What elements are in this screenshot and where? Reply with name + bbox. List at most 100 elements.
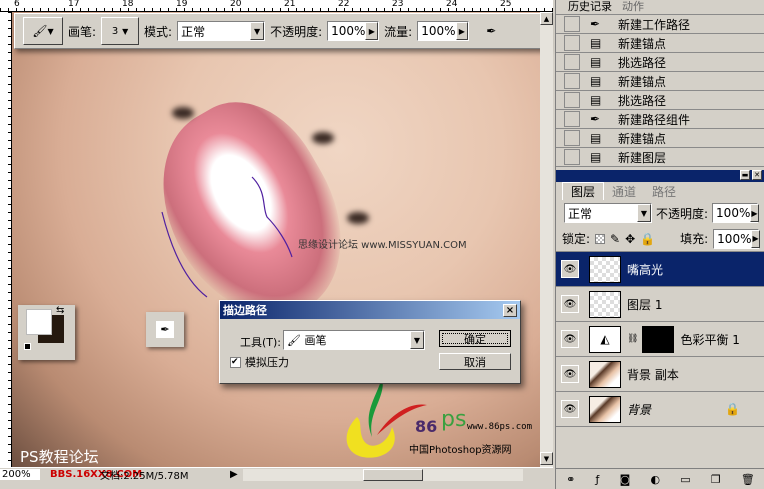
swap-colors-icon[interactable]: ⇆ <box>56 305 64 316</box>
new-group-icon[interactable]: ▭ <box>680 473 690 486</box>
history-snapshot-box[interactable] <box>564 73 580 89</box>
foreground-color-swatch[interactable] <box>26 309 52 335</box>
fill-input[interactable]: 100% ▶ <box>713 228 760 249</box>
close-icon[interactable]: ✕ <box>752 170 762 180</box>
history-item[interactable]: ▤ 新建锚点 <box>556 34 764 53</box>
history-snapshot-box[interactable] <box>564 54 580 70</box>
chevron-down-icon: ▼ <box>410 331 424 349</box>
tab-layers[interactable]: 图层 <box>562 182 605 200</box>
eye-icon[interactable]: 👁 <box>561 365 579 383</box>
tab-history[interactable]: 历史记录 <box>568 0 612 14</box>
layer-row[interactable]: 👁 ◭ ⛓ 色彩平衡 1 <box>556 322 764 357</box>
eye-icon[interactable]: 👁 <box>561 400 579 418</box>
cancel-button[interactable]: 取消 <box>439 353 511 370</box>
layer-row[interactable]: 👁 背景 副本 <box>556 357 764 392</box>
tool-preset-picker[interactable]: 🖌 ▼ <box>23 17 63 45</box>
slider-arrow-icon[interactable]: ▶ <box>751 229 760 248</box>
history-tabs: 历史记录 动作 <box>556 0 764 15</box>
airbrush-icon[interactable]: ✒ <box>486 24 496 38</box>
lock-transparency-icon[interactable] <box>595 233 606 244</box>
mode-label: 模式: <box>144 24 173 39</box>
history-item[interactable]: ▤ 新建锚点 <box>556 129 764 148</box>
eye-icon[interactable]: 👁 <box>561 330 579 348</box>
history-snapshot-box[interactable] <box>564 16 580 32</box>
eye-icon[interactable]: 👁 <box>561 260 579 278</box>
scroll-up-icon[interactable]: ▲ <box>540 12 553 25</box>
history-snapshot-box[interactable] <box>564 111 580 127</box>
history-state-icon: ▤ <box>590 74 602 88</box>
status-menu-arrow-icon[interactable]: ▶ <box>230 469 238 480</box>
zoom-level[interactable]: 200% <box>0 469 40 480</box>
layer-thumbnail <box>589 360 621 388</box>
vertical-scrollbar[interactable]: ▲ ▼ <box>540 12 553 467</box>
chain-link-icon[interactable]: ⛓ <box>627 334 638 344</box>
history-snapshot-box[interactable] <box>564 92 580 108</box>
history-list: ✒ 新建工作路径 ▤ 新建锚点 ▤ 挑选路径 ▤ 新建锚点 ▤ 挑选路径 ✒ 新建路径组件 ▤ 新建锚点 ▤… <box>556 15 764 167</box>
simulate-pressure-checkbox[interactable]: ✔ 模拟压力 <box>230 354 289 370</box>
tab-actions[interactable]: 动作 <box>622 0 644 14</box>
history-item[interactable]: ▤ 挑选路径 <box>556 91 764 110</box>
logo-ps: ps <box>441 407 467 432</box>
flow-input[interactable]: 100% ▶ <box>417 21 470 41</box>
layer-style-icon[interactable]: ƒ <box>596 473 600 486</box>
lock-icon: 🔒 <box>725 402 740 416</box>
new-layer-icon[interactable]: ❐ <box>711 473 721 486</box>
bbs-watermark: BBS.16XX8.COM <box>50 469 143 480</box>
history-item[interactable]: ▤ 挑选路径 <box>556 53 764 72</box>
scroll-down-icon[interactable]: ▼ <box>540 452 553 465</box>
link-icon[interactable]: ⚭ <box>566 473 575 486</box>
dialog-title: 描边路径 <box>223 304 267 317</box>
history-snapshot-box[interactable] <box>564 35 580 51</box>
history-item[interactable]: ✒ 新建工作路径 <box>556 15 764 34</box>
layer-mask-thumbnail <box>642 325 675 353</box>
slider-arrow-icon[interactable]: ▶ <box>750 204 759 222</box>
tool-select[interactable]: 🖌 画笔 ▼ <box>283 330 425 350</box>
history-item[interactable]: ▤ 新建锚点 <box>556 72 764 91</box>
layer-row[interactable]: 👁 嘴高光 <box>556 252 764 287</box>
lock-all-icon[interactable]: 🔒 <box>640 232 655 246</box>
tool-value: 画笔 <box>304 334 327 347</box>
tool-label: 工具(T): <box>240 336 282 349</box>
default-colors-icon[interactable] <box>24 343 31 350</box>
ruler-tick-label: 22 <box>338 0 350 9</box>
mode-select[interactable]: 正常 ▼ <box>177 21 266 41</box>
history-item[interactable]: ▤ 新建图层 <box>556 148 764 167</box>
lock-move-icon[interactable]: ✥ <box>625 232 635 246</box>
pen-icon: ✒ <box>590 112 601 126</box>
tab-channels[interactable]: 通道 <box>604 183 644 200</box>
history-item-label: 新建锚点 <box>618 74 667 89</box>
layer-mask-icon[interactable]: ◙ <box>620 473 631 486</box>
history-item[interactable]: ✒ 新建路径组件 <box>556 110 764 129</box>
blend-mode-select[interactable]: 正常 ▼ <box>564 203 652 223</box>
eye-icon[interactable]: 👁 <box>561 295 579 313</box>
status-bar: 200% BBS.16XX8.COM 文档:2.25M/5.78M ▶ <box>0 467 553 482</box>
history-item-label: 新建锚点 <box>618 131 667 146</box>
ruler-tick-label: 19 <box>176 0 188 9</box>
opacity-input[interactable]: 100% ▶ <box>327 21 380 41</box>
layer-name: 图层 1 <box>627 297 663 312</box>
adjustment-layer-icon[interactable]: ◐ <box>650 473 660 486</box>
tab-paths[interactable]: 路径 <box>644 183 684 200</box>
slider-arrow-icon[interactable]: ▶ <box>455 22 469 40</box>
checkbox-checked-icon[interactable]: ✔ <box>230 356 241 368</box>
slider-arrow-icon[interactable]: ▶ <box>365 22 379 40</box>
history-state-icon: ▤ <box>590 150 602 164</box>
layer-name: 色彩平衡 1 <box>680 332 740 347</box>
blend-mode-value: 正常 <box>568 206 593 221</box>
trash-icon[interactable]: 🗑 <box>741 473 755 486</box>
layer-opacity-input[interactable]: 100% ▶ <box>712 203 759 223</box>
minimize-icon[interactable]: ▬ <box>740 170 750 180</box>
lock-paint-icon[interactable]: ✎ <box>610 232 620 246</box>
ok-button[interactable]: 确定 <box>439 330 511 347</box>
pen-tool-button[interactable]: ✒ <box>146 312 184 347</box>
layer-row[interactable]: 👁 图层 1 <box>556 287 764 322</box>
history-snapshot-box[interactable] <box>564 130 580 146</box>
brush-size-picker[interactable]: 3 ▼ <box>101 17 140 45</box>
horizontal-scrollbar[interactable] <box>242 468 523 481</box>
layer-row[interactable]: 👁 背景 🔒 <box>556 392 764 427</box>
history-snapshot-box[interactable] <box>564 149 580 165</box>
scroll-thumb[interactable] <box>362 468 423 481</box>
close-button[interactable]: × <box>503 303 517 317</box>
image-canvas[interactable]: 思缘设计论坛 www.MISSYUAN.COM PS教程论坛 86 ps www… <box>12 12 540 467</box>
chevron-down-icon: ▼ <box>250 22 265 40</box>
